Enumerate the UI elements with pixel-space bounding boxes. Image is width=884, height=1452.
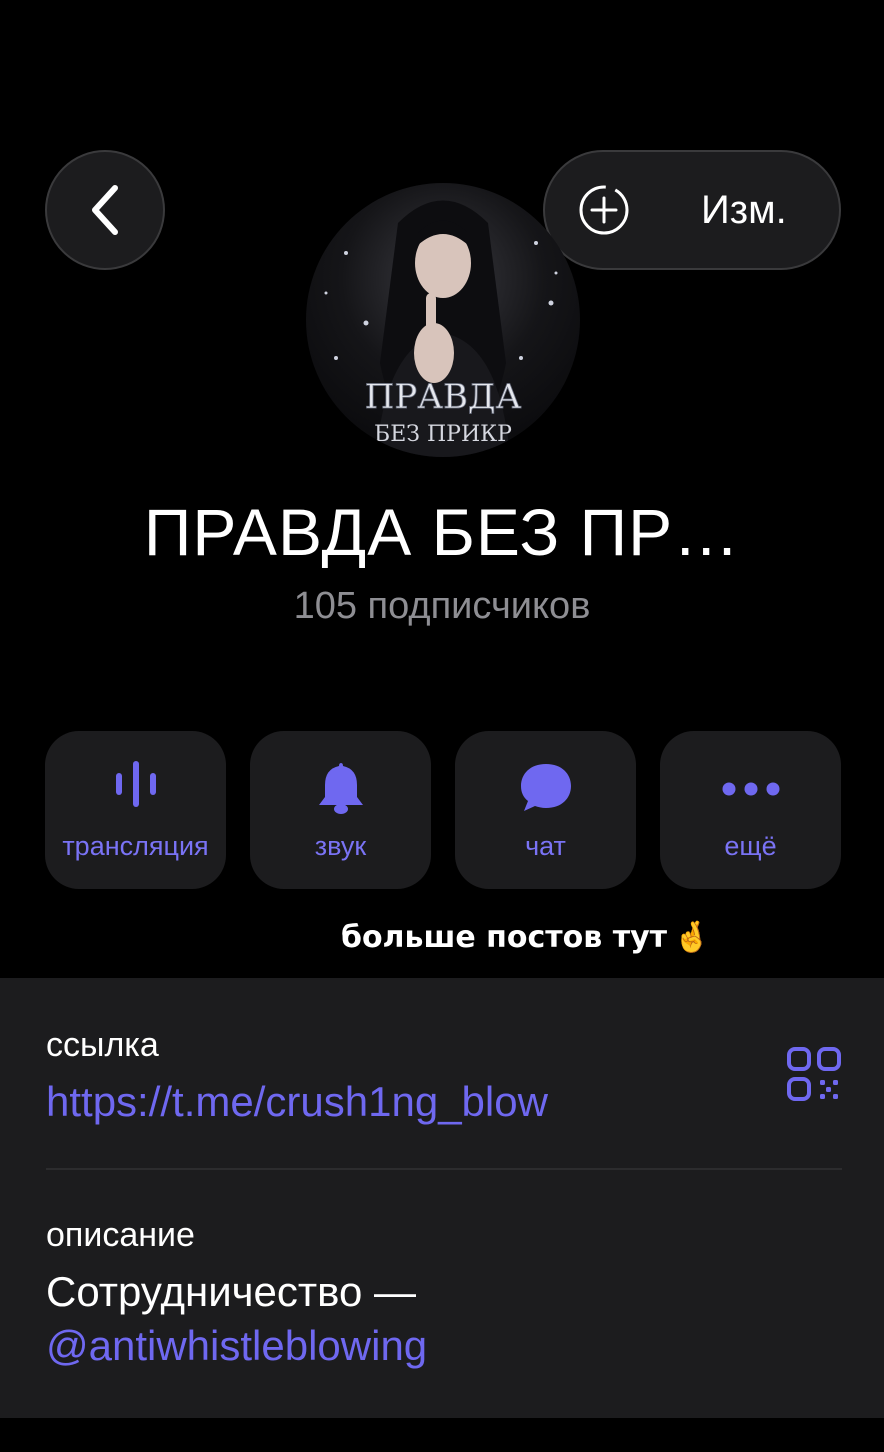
channel-link[interactable]: https://t.me/crush1ng_blow: [46, 1078, 548, 1126]
edit-button[interactable]: Изм.: [543, 150, 841, 270]
svg-text:ПРАВДА: ПРАВДА: [365, 377, 522, 417]
description-mention-link[interactable]: @antiwhistleblowing: [46, 1322, 427, 1370]
edit-label: Изм.: [701, 187, 787, 232]
chat-label: чат: [525, 831, 566, 861]
action-bar: трансляция звук чат ещё: [45, 731, 841, 889]
promo-caption: больше постов тут 🤞: [341, 920, 710, 955]
chat-bubble-icon: [520, 764, 571, 811]
live-stream-button[interactable]: трансляция: [45, 731, 226, 889]
description-label: описание: [46, 1216, 195, 1254]
crossed-fingers-icon: 🤞: [673, 920, 711, 955]
more-button[interactable]: ещё: [660, 731, 841, 889]
channel-title: ПРАВДА БЕЗ ПР…: [143, 495, 741, 569]
divider: [46, 1168, 842, 1170]
channel-avatar[interactable]: ПРАВДА БЕЗ ПРИКР: [306, 183, 580, 457]
sound-label: звук: [314, 831, 367, 861]
subscriber-count: 105 подписчиков: [293, 585, 591, 627]
chevron-left-icon: [92, 185, 118, 235]
bell-icon: [318, 763, 363, 814]
svg-text:БЕЗ ПРИКР: БЕЗ ПРИКР: [374, 422, 512, 447]
back-button[interactable]: [45, 150, 165, 270]
more-label: ещё: [724, 831, 777, 861]
link-label: ссылка: [46, 1026, 159, 1064]
avatar-image: ПРАВДА БЕЗ ПРИКР: [324, 200, 558, 457]
more-dots-icon: [722, 782, 779, 796]
qr-code-icon[interactable]: [786, 1046, 842, 1102]
live-stream-icon: [115, 761, 156, 807]
add-story-icon: [579, 185, 629, 235]
chat-button[interactable]: чат: [455, 731, 636, 889]
promo-text: больше постов тут: [341, 920, 668, 955]
live-stream-label: трансляция: [62, 831, 209, 861]
description-text: Сотрудничество —: [46, 1268, 417, 1315]
sound-button[interactable]: звук: [250, 731, 431, 889]
